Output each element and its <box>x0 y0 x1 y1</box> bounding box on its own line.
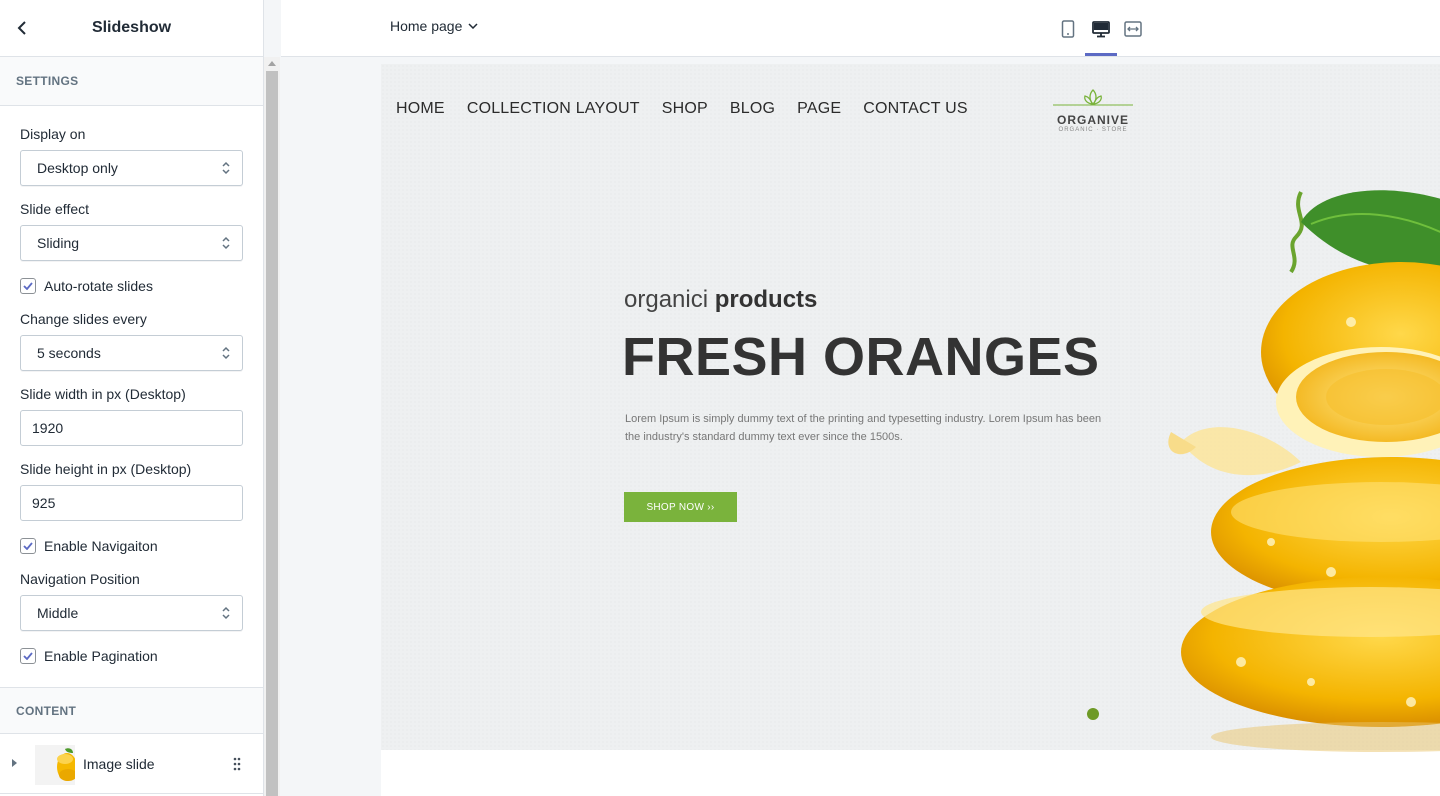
checkmark-icon <box>23 652 33 660</box>
nav-position-value: Middle <box>37 605 79 621</box>
content-item-label: Image slide <box>83 756 155 772</box>
slide-effect-value: Sliding <box>37 235 80 251</box>
settings-panel: Display on Desktop only Slide effect Sli… <box>0 106 263 687</box>
slide-thumbnail <box>35 745 75 785</box>
drag-handle-icon[interactable] <box>232 757 242 771</box>
headline-light: organici <box>624 286 709 313</box>
slide-height-label: Slide height in px (Desktop) <box>20 461 192 477</box>
content-header: CONTENT <box>0 687 263 734</box>
settings-header: SETTINGS <box>0 57 263 106</box>
fullwidth-icon <box>1124 21 1142 37</box>
checkmark-icon <box>23 282 33 290</box>
fullwidth-view-button[interactable] <box>1121 17 1145 41</box>
back-button[interactable] <box>10 16 34 40</box>
auto-rotate-label: Auto-rotate slides <box>44 278 153 294</box>
slide-height-input[interactable]: 925 <box>20 485 243 521</box>
headline-big: FRESH ORANGES <box>622 327 1100 387</box>
shop-now-button[interactable]: SHOP NOW ›› <box>624 492 737 522</box>
desktop-icon <box>1092 21 1110 38</box>
nav-shop[interactable]: SHOP <box>662 100 708 118</box>
nav-collection-layout[interactable]: COLLECTION LAYOUT <box>467 100 640 118</box>
nav-page[interactable]: PAGE <box>797 100 841 118</box>
logo-subtitle: ORGANIC · STORE <box>1058 127 1128 133</box>
hero-description: Lorem Ipsum is simply dummy text of the … <box>625 413 1102 443</box>
select-arrows-icon <box>222 236 230 250</box>
preview-toolbar: Home page <box>281 0 1440 57</box>
orange-image <box>1168 190 1440 752</box>
display-on-value: Desktop only <box>37 160 118 176</box>
headline-bold: products <box>714 286 818 313</box>
store-preview: HOME COLLECTION LAYOUT SHOP BLOG PAGE CO… <box>381 64 1440 796</box>
slide-effect-select[interactable]: Sliding <box>20 225 243 261</box>
nav-blog[interactable]: BLOG <box>730 100 775 118</box>
logo-name: ORGANIVE <box>1056 113 1129 127</box>
enable-navigation-checkbox[interactable]: Enable Navigaiton <box>20 536 243 556</box>
enable-pagination-label: Enable Pagination <box>44 648 158 664</box>
enable-navigation-label: Enable Navigaiton <box>44 538 158 554</box>
change-every-label: Change slides every <box>20 311 147 327</box>
scroll-up-arrow-icon[interactable] <box>268 61 276 66</box>
change-every-select[interactable]: 5 seconds <box>20 335 243 371</box>
sidebar-scrollbar[interactable] <box>264 57 280 796</box>
page-selector-label: Home page <box>390 18 463 34</box>
chevron-left-icon <box>17 21 26 35</box>
sidebar-title: Slideshow <box>91 19 172 36</box>
auto-rotate-checkbox[interactable]: Auto-rotate slides <box>20 276 243 296</box>
checkbox-box[interactable] <box>20 278 36 294</box>
slide-effect-label: Slide effect <box>20 201 90 217</box>
select-arrows-icon <box>222 161 230 175</box>
nav-home[interactable]: HOME <box>396 100 445 118</box>
caret-right-icon[interactable] <box>12 759 17 767</box>
sidebar-header: Slideshow <box>0 0 263 57</box>
content-item-image-slide[interactable]: Image slide <box>0 734 263 794</box>
desktop-view-button[interactable] <box>1085 17 1117 56</box>
nav-position-label: Navigation Position <box>20 571 140 587</box>
checkmark-icon <box>23 542 33 550</box>
display-on-select[interactable]: Desktop only <box>20 150 243 186</box>
checkbox-box[interactable] <box>20 648 36 664</box>
nav-contact-us[interactable]: CONTACT US <box>863 100 968 118</box>
nav-position-select[interactable]: Middle <box>20 595 243 631</box>
enable-pagination-checkbox[interactable]: Enable Pagination <box>20 646 243 666</box>
checkbox-box[interactable] <box>20 538 36 554</box>
change-every-value: 5 seconds <box>37 345 101 361</box>
store-logo[interactable]: ORGANIVE ORGANIC · STORE <box>1053 88 1133 134</box>
select-arrows-icon <box>222 606 230 620</box>
mobile-icon <box>1061 20 1075 38</box>
sidebar: Slideshow SETTINGS Display on Desktop on… <box>0 0 264 796</box>
scroll-thumb[interactable] <box>266 71 278 796</box>
page-selector[interactable]: Home page <box>390 18 478 34</box>
slide-width-input[interactable]: 1920 <box>20 410 243 446</box>
store-nav: HOME COLLECTION LAYOUT SHOP BLOG PAGE CO… <box>396 100 990 118</box>
headline-small: organici products <box>624 286 817 314</box>
display-on-label: Display on <box>20 126 86 142</box>
slide-width-label: Slide width in px (Desktop) <box>20 386 186 402</box>
slideshow-hero: HOME COLLECTION LAYOUT SHOP BLOG PAGE CO… <box>381 64 1440 752</box>
chevron-down-icon <box>468 23 478 29</box>
mobile-view-button[interactable] <box>1056 17 1080 41</box>
select-arrows-icon <box>222 346 230 360</box>
pagination-dot[interactable] <box>1087 708 1099 720</box>
leaf-logo-icon <box>1053 89 1133 106</box>
